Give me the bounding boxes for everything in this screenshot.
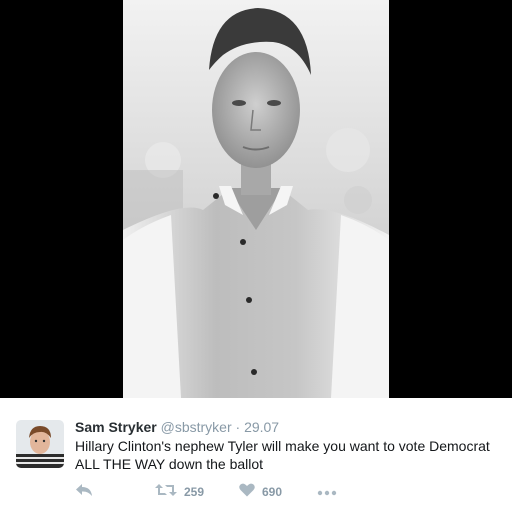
more-button[interactable] xyxy=(317,482,337,502)
like-count: 690 xyxy=(262,485,283,499)
retweet-icon xyxy=(155,483,177,502)
tweet: Sam Stryker @sbstryker · 29.07 Hillary C… xyxy=(0,398,512,513)
retweet-button[interactable]: 259 xyxy=(155,482,204,502)
reply-button[interactable] xyxy=(75,482,93,502)
retweet-count: 259 xyxy=(184,485,205,499)
portrait-image xyxy=(123,0,389,398)
more-icon xyxy=(317,483,337,501)
like-button[interactable]: 690 xyxy=(239,482,282,502)
separator: · xyxy=(235,419,241,435)
avatar-image xyxy=(16,420,64,468)
reply-icon xyxy=(75,483,93,502)
heart-icon xyxy=(239,483,255,502)
tweet-date[interactable]: 29.07 xyxy=(244,419,279,435)
tweet-media[interactable] xyxy=(0,0,512,398)
author-name[interactable]: Sam Stryker xyxy=(75,419,157,435)
tweet-header: Sam Stryker @sbstryker · 29.07 xyxy=(75,419,279,436)
avatar[interactable] xyxy=(16,420,64,468)
author-handle[interactable]: @sbstryker xyxy=(161,419,232,435)
tweet-photo[interactable] xyxy=(123,0,389,398)
tweet-actions: 259 690 xyxy=(75,482,495,502)
tweet-text: Hillary Clinton's nephew Tyler will make… xyxy=(75,438,490,472)
